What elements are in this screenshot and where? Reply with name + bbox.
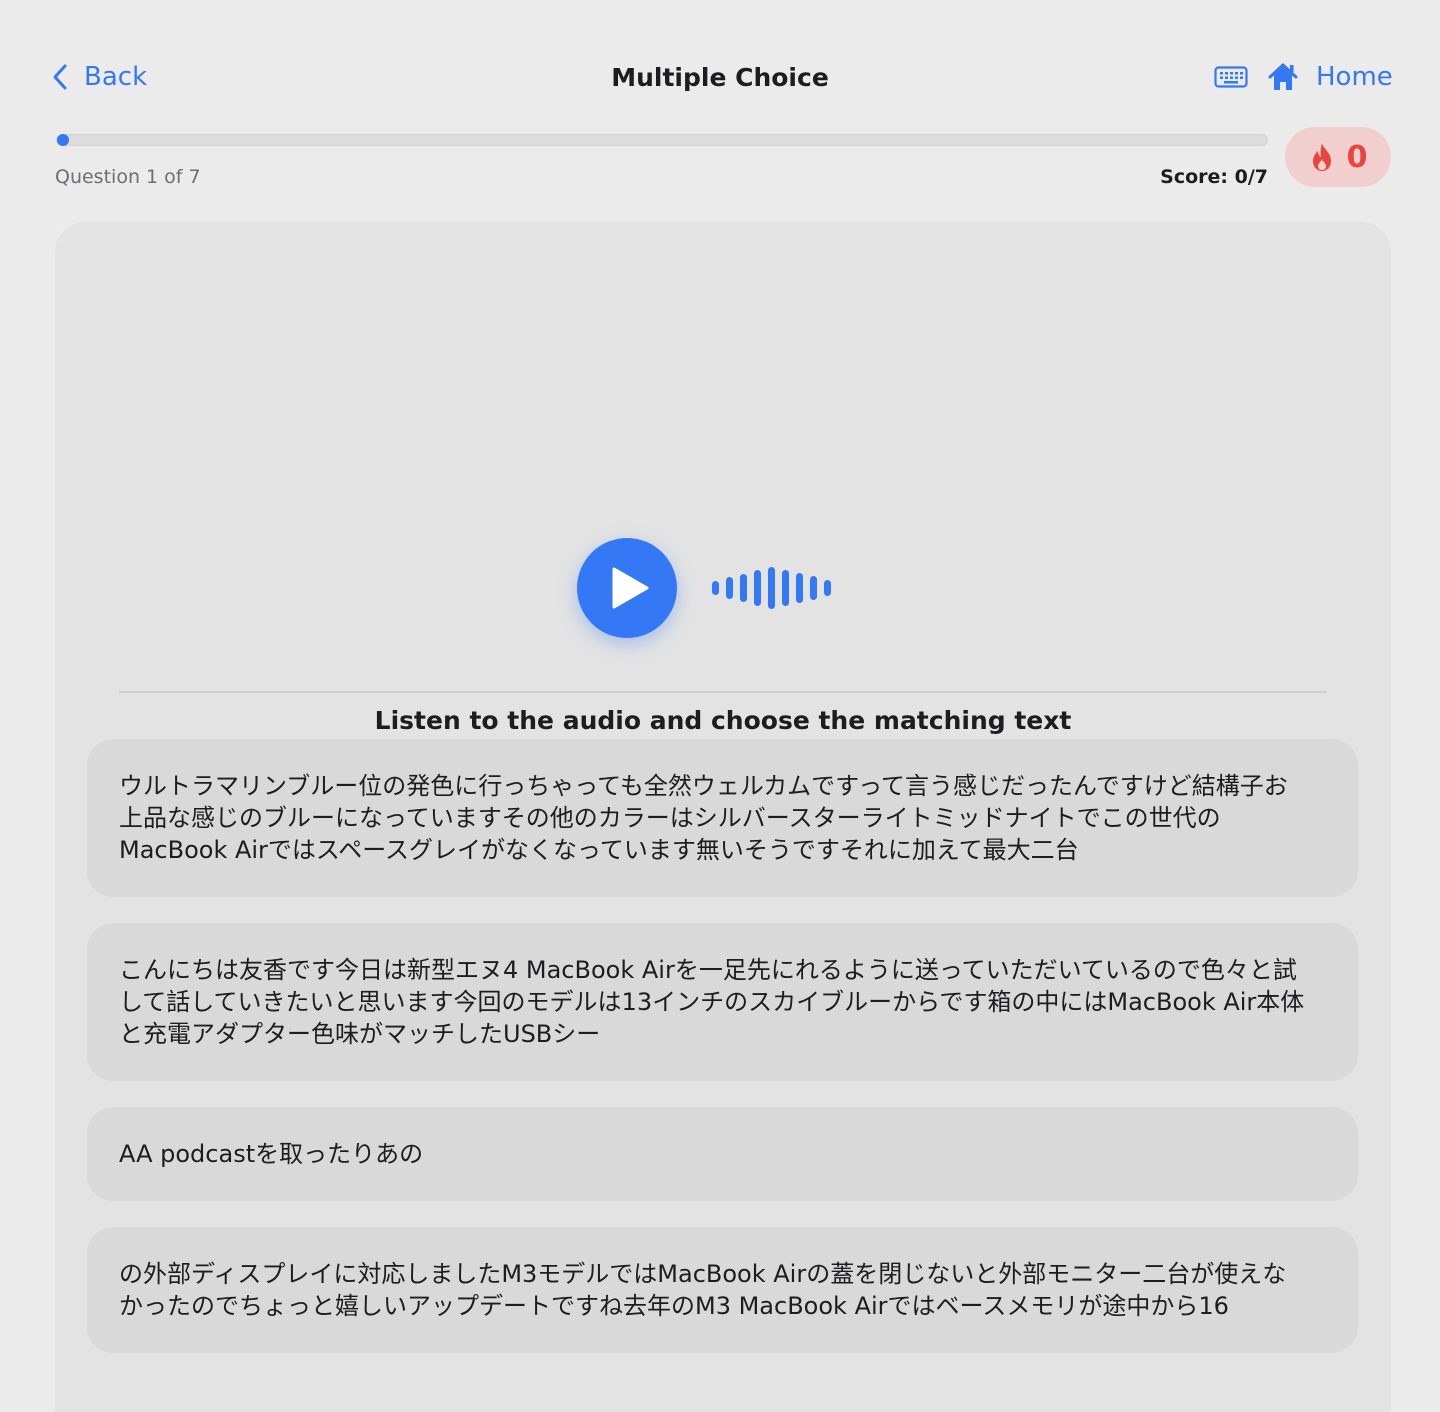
flame-icon xyxy=(1312,143,1331,171)
progress-bar xyxy=(56,134,1268,146)
answer-option[interactable]: ウルトラマリンブルー位の発色に行っちゃっても全然ウェルカムですって言う感じだった… xyxy=(87,739,1358,897)
question-prompt: Listen to the audio and choose the match… xyxy=(374,706,1072,735)
score-label: Score: 0/7 xyxy=(1160,166,1268,188)
keyboard-icon xyxy=(1214,66,1248,88)
question-card: Listen to the audio and choose the match… xyxy=(55,222,1391,1412)
back-button[interactable]: Back xyxy=(50,52,147,102)
play-audio-button[interactable] xyxy=(577,538,677,638)
home-label: Home xyxy=(1316,62,1393,92)
streak-badge: 0 xyxy=(1285,127,1391,187)
home-button[interactable]: Home xyxy=(1266,52,1393,102)
question-counter: Question 1 of 7 xyxy=(55,166,201,188)
play-icon xyxy=(612,567,649,609)
waveform-icon xyxy=(712,566,852,610)
back-label: Back xyxy=(84,62,148,92)
streak-count: 0 xyxy=(1346,139,1368,175)
keyboard-button[interactable] xyxy=(1212,62,1250,92)
answer-option[interactable]: AA podcastを取ったりあの xyxy=(87,1107,1358,1201)
header: Back Multiple Choice Home xyxy=(0,52,1440,102)
answer-option-text: の外部ディスプレイに対応しましたM3モデルではMacBook Airの蓋を閉じな… xyxy=(119,1260,1287,1320)
divider xyxy=(119,691,1327,693)
progress-bar-fill xyxy=(57,134,69,146)
answer-option-text: こんにちは友香です今日は新型エヌ4 MacBook Airを一足先にれるように送… xyxy=(119,956,1305,1048)
answer-option-text: AA podcastを取ったりあの xyxy=(119,1140,424,1168)
multiple-choice-screen: Back Multiple Choice Home Question 1 of … xyxy=(0,0,1440,1412)
answer-option-text: ウルトラマリンブルー位の発色に行っちゃっても全然ウェルカムですって言う感じだった… xyxy=(119,772,1288,864)
house-icon xyxy=(1268,63,1298,90)
answer-option[interactable]: の外部ディスプレイに対応しましたM3モデルではMacBook Airの蓋を閉じな… xyxy=(87,1227,1358,1353)
answer-option[interactable]: こんにちは友香です今日は新型エヌ4 MacBook Airを一足先にれるように送… xyxy=(87,923,1358,1081)
chevron-left-icon xyxy=(53,64,67,90)
